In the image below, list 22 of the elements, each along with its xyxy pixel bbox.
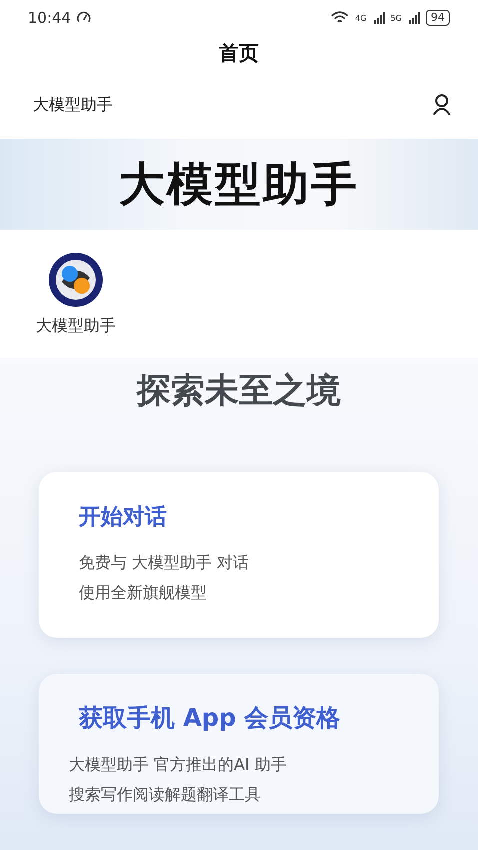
card-text: 使用全新旗舰模型 (79, 582, 208, 604)
card-title: 开始对话 (79, 504, 168, 532)
app-label[interactable]: 大模型助手 (36, 316, 116, 337)
card-text: 大模型助手 官方推出的AI 助手 (69, 754, 288, 776)
signal-icon (372, 12, 385, 24)
hero-title: 探索未至之境 (137, 370, 341, 413)
app-name: 大模型助手 (33, 94, 113, 116)
card-text: 搜索写作阅读解题翻译工具 (69, 784, 262, 806)
feature-card[interactable]: 开始对话 免费与 大模型助手 对话 使用全新旗舰模型 (39, 472, 439, 638)
signal-icon (408, 12, 420, 24)
card-title: 获取手机 App 会员资格 (79, 703, 342, 734)
wifi-icon (331, 11, 350, 26)
app-logo-icon[interactable] (48, 252, 104, 308)
person-icon[interactable] (432, 94, 452, 116)
page-title: 首页 (218, 40, 260, 68)
feature-card[interactable]: 获取手机 App 会员资格 大模型助手 官方推出的AI 助手 搜索写作阅读解题翻译工具 (39, 674, 439, 814)
network-label: 4G (355, 14, 367, 23)
banner-title: 大模型助手 (119, 156, 359, 213)
network-label: 5G (390, 14, 402, 23)
clock-time: 10:44 (28, 9, 72, 28)
battery-level: 94 (426, 10, 450, 26)
card-text: 免费与 大模型助手 对话 (79, 552, 250, 574)
